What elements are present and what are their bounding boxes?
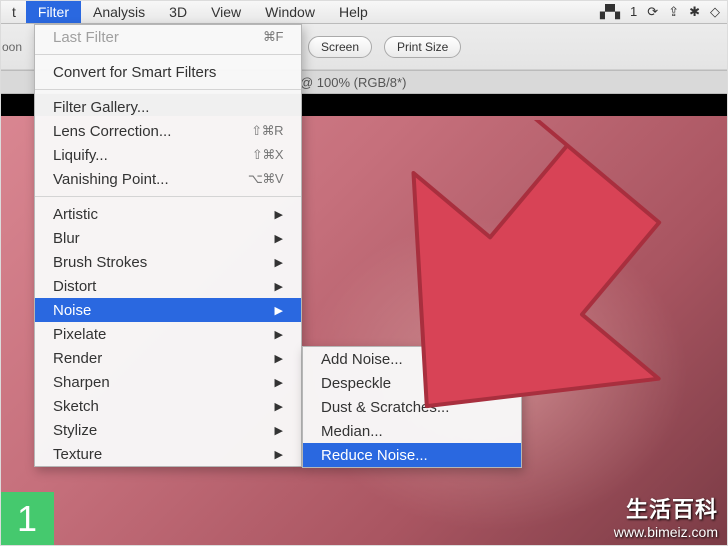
menu-item-label: Dust & Scratches... xyxy=(321,399,449,416)
chevron-right-icon: ▶ xyxy=(275,376,283,389)
menu-group-pixelate[interactable]: Pixelate ▶ xyxy=(35,322,301,346)
menu-item-label: Artistic xyxy=(53,206,98,223)
shortcut-label: ⇧⌘R xyxy=(251,123,283,139)
chevron-right-icon: ▶ xyxy=(275,424,283,437)
chevron-right-icon: ▶ xyxy=(275,256,283,269)
wifi-icon: ⇪ xyxy=(668,4,679,20)
menu-group-blur[interactable]: Blur ▶ xyxy=(35,226,301,250)
step-number: 1 xyxy=(17,498,37,540)
menu-group-stylize[interactable]: Stylize ▶ xyxy=(35,418,301,442)
menu-item-label: Liquify... xyxy=(53,147,108,164)
chevron-right-icon: ▶ xyxy=(275,400,283,413)
menu-item-label: Reduce Noise... xyxy=(321,447,428,464)
print-size-button[interactable]: Print Size xyxy=(384,36,461,58)
menu-separator xyxy=(35,54,301,55)
menu-label: Analysis xyxy=(93,4,145,20)
notification-count: 1 xyxy=(630,4,637,19)
menu-group-texture[interactable]: Texture ▶ xyxy=(35,442,301,466)
menu-item-label: Distort xyxy=(53,278,96,295)
fit-screen-button[interactable]: Screen xyxy=(308,36,372,58)
chevron-right-icon: ▶ xyxy=(275,448,283,461)
submenu-despeckle[interactable]: Despeckle xyxy=(303,371,521,395)
menu-item-view[interactable]: View xyxy=(199,0,253,23)
menu-item-label: Brush Strokes xyxy=(53,254,147,271)
menu-label: Filter xyxy=(38,4,69,20)
menu-item-label: Median... xyxy=(321,423,383,440)
diamond-icon: ◇ xyxy=(710,4,720,20)
menu-group-sharpen[interactable]: Sharpen ▶ xyxy=(35,370,301,394)
menu-group-artistic[interactable]: Artistic ▶ xyxy=(35,202,301,226)
chevron-right-icon: ▶ xyxy=(275,232,283,245)
menu-item-label: Lens Correction... xyxy=(53,123,171,140)
menu-label: Window xyxy=(265,4,315,20)
menu-item-label: Last Filter xyxy=(53,29,119,46)
filter-dropdown: Last Filter ⌘F Convert for Smart Filters… xyxy=(34,24,302,467)
menu-group-noise[interactable]: Noise ▶ xyxy=(35,298,301,322)
menu-group-sketch[interactable]: Sketch ▶ xyxy=(35,394,301,418)
menu-item-label: Sketch xyxy=(53,398,99,415)
menu-item-label: Filter Gallery... xyxy=(53,99,149,116)
menu-label: View xyxy=(211,4,241,20)
menu-label: Help xyxy=(339,4,368,20)
menu-item-label: Render xyxy=(53,350,102,367)
menu-label: t xyxy=(12,4,16,20)
bluetooth-icon: ✱ xyxy=(689,4,700,20)
menu-separator xyxy=(35,89,301,90)
button-label: Screen xyxy=(321,40,359,54)
chevron-right-icon: ▶ xyxy=(275,328,283,341)
submenu-median[interactable]: Median... xyxy=(303,419,521,443)
menu-item-label: Pixelate xyxy=(53,326,106,343)
menu-group-distort[interactable]: Distort ▶ xyxy=(35,274,301,298)
adobe-icon: ▞▚ xyxy=(600,4,620,20)
shortcut-label: ⌥⌘V xyxy=(248,171,283,187)
menu-item-label: Despeckle xyxy=(321,375,391,392)
button-label: Print Size xyxy=(397,40,448,54)
menu-item-label: Stylize xyxy=(53,422,97,439)
menu-item-help[interactable]: Help xyxy=(327,0,380,23)
chevron-right-icon: ▶ xyxy=(275,304,283,317)
menu-vanishing-point[interactable]: Vanishing Point... ⌥⌘V xyxy=(35,167,301,191)
menu-group-brush-strokes[interactable]: Brush Strokes ▶ xyxy=(35,250,301,274)
chevron-right-icon: ▶ xyxy=(275,208,283,221)
menu-item-label: Texture xyxy=(53,446,102,463)
watermark-url: www.bimeiz.com xyxy=(614,524,718,540)
menu-item-window[interactable]: Window xyxy=(253,0,327,23)
menu-lens-correction[interactable]: Lens Correction... ⇧⌘R xyxy=(35,119,301,143)
menu-separator xyxy=(35,196,301,197)
submenu-reduce-noise[interactable]: Reduce Noise... xyxy=(303,443,521,467)
watermark-title: 生活百科 xyxy=(614,492,718,524)
menu-item-3d[interactable]: 3D xyxy=(157,0,199,23)
document-tab-title[interactable]: @ 100% (RGB/8*) xyxy=(300,75,406,90)
shortcut-label: ⇧⌘X xyxy=(252,147,283,163)
menu-liquify[interactable]: Liquify... ⇧⌘X xyxy=(35,143,301,167)
menu-label: 3D xyxy=(169,4,187,20)
menu-last-filter: Last Filter ⌘F xyxy=(35,25,301,49)
menu-right-icons: ▞▚ 1 ⟳ ⇪ ✱ ◇ xyxy=(600,4,728,20)
chevron-right-icon: ▶ xyxy=(275,280,283,293)
menu-item-label: Add Noise... xyxy=(321,351,403,368)
options-left-label: oon xyxy=(2,40,22,54)
menu-item-label: Sharpen xyxy=(53,374,110,391)
menu-item-label: Noise xyxy=(53,302,91,319)
menu-item-cut[interactable]: t xyxy=(8,0,26,23)
menu-item-label: Convert for Smart Filters xyxy=(53,64,216,81)
submenu-dust-scratches[interactable]: Dust & Scratches... xyxy=(303,395,521,419)
noise-submenu: Add Noise... Despeckle Dust & Scratches.… xyxy=(302,346,522,468)
shortcut-label: ⌘F xyxy=(263,29,283,45)
menu-item-analysis[interactable]: Analysis xyxy=(81,0,157,23)
menu-item-label: Blur xyxy=(53,230,80,247)
menu-group-render[interactable]: Render ▶ xyxy=(35,346,301,370)
menu-bar: t Filter Analysis 3D View Window Help ▞▚… xyxy=(0,0,728,24)
menu-item-filter[interactable]: Filter xyxy=(26,0,81,23)
watermark: 生活百科 www.bimeiz.com xyxy=(614,492,718,540)
step-badge: 1 xyxy=(0,492,54,546)
menu-filter-gallery[interactable]: Filter Gallery... xyxy=(35,95,301,119)
chevron-right-icon: ▶ xyxy=(275,352,283,365)
submenu-add-noise[interactable]: Add Noise... xyxy=(303,347,521,371)
menu-convert-smart-filters[interactable]: Convert for Smart Filters xyxy=(35,60,301,84)
menu-item-label: Vanishing Point... xyxy=(53,171,169,188)
sync-icon: ⟳ xyxy=(647,4,658,20)
